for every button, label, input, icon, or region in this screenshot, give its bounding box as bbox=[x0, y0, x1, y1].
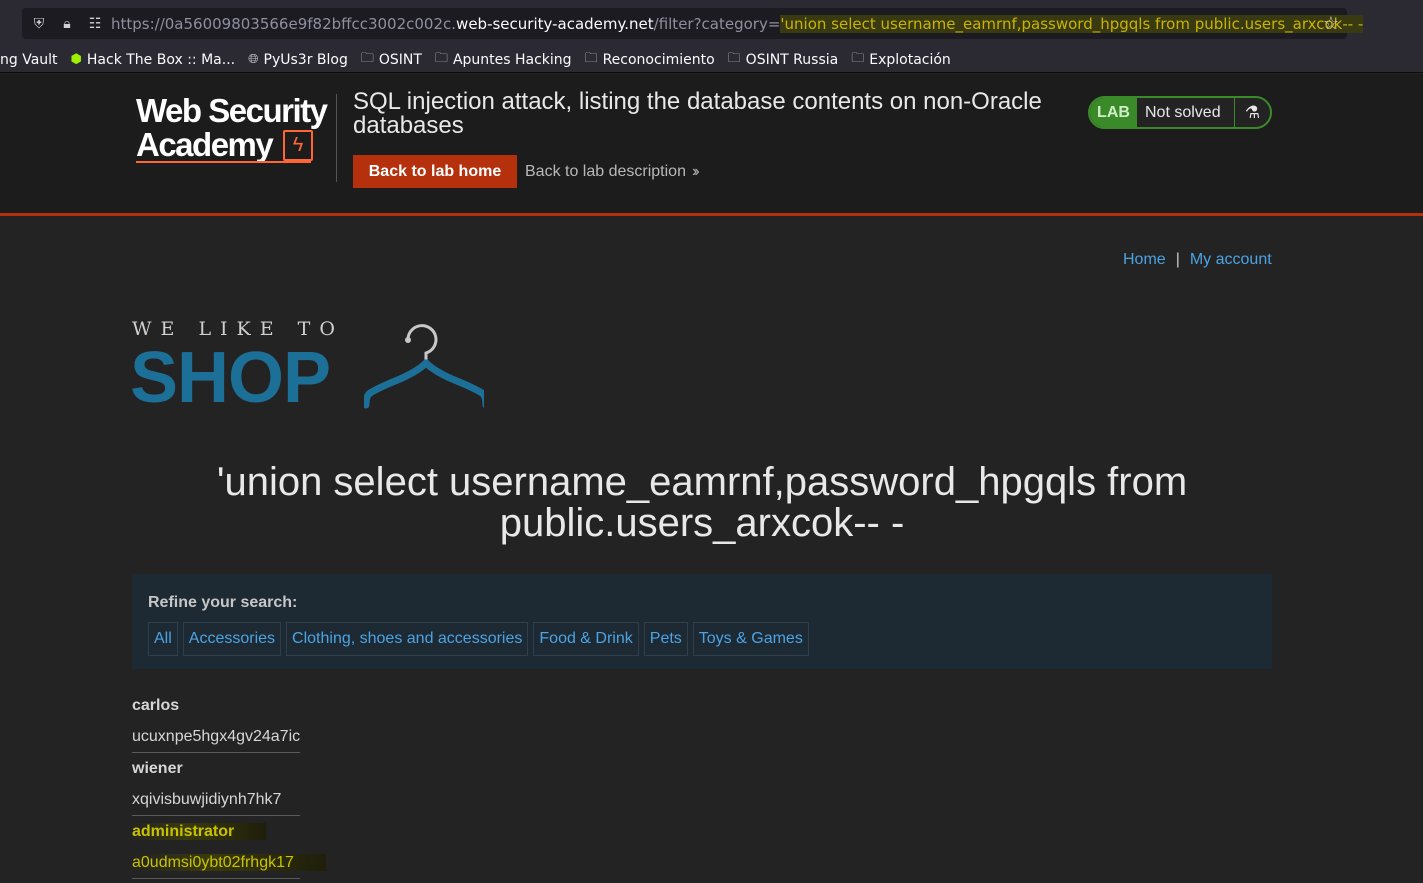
url-path: /filter?category= bbox=[653, 15, 781, 33]
url-prefix: https://0a56009803566e9f82bffcc3002c002c… bbox=[111, 15, 457, 33]
filter-panel: Refine your search: All Accessories Clot… bbox=[132, 574, 1272, 669]
back-to-lab-description-link[interactable]: Back to lab description ›› bbox=[525, 163, 699, 181]
lab-label: LAB bbox=[1090, 98, 1137, 127]
back-to-lab-home-button[interactable]: Back to lab home bbox=[353, 155, 517, 188]
shop-word: SHOP bbox=[130, 338, 331, 418]
chevron-right-icon: ›› bbox=[691, 163, 699, 180]
bookmark-item[interactable]: ⬢ Hack The Box :: Ma... bbox=[71, 52, 236, 68]
category-clothing[interactable]: Clothing, shoes and accessories bbox=[286, 622, 529, 656]
page-heading: 'union select username_eamrnf,password_h… bbox=[216, 460, 1188, 545]
username-cell: administrator bbox=[132, 816, 300, 847]
shop-tagline: WE LIKE TO bbox=[132, 318, 344, 340]
url-text[interactable]: https://0a56009803566e9f82bffcc3002c002c… bbox=[111, 15, 1364, 33]
permissions-icon[interactable]: ☷ bbox=[86, 14, 104, 32]
category-all[interactable]: All bbox=[148, 622, 178, 656]
password-cell: a0udmsi0ybt02frhgk17 bbox=[132, 847, 326, 878]
lab-title: SQL injection attack, listing the databa… bbox=[353, 88, 1042, 139]
refine-label: Refine your search: bbox=[148, 594, 298, 611]
bookmark-item[interactable]: ng Vault bbox=[0, 52, 58, 68]
url-host: web-security-academy.net bbox=[456, 15, 654, 33]
bookmark-folder[interactable]: 🗀 Explotación bbox=[851, 49, 951, 71]
lock-icon[interactable]: 🔒︎ bbox=[58, 14, 76, 32]
table-row: wiener xqivisbuwjidiynh7hk7 bbox=[132, 753, 300, 816]
category-accessories[interactable]: Accessories bbox=[182, 622, 282, 656]
shop-logo: WE LIKE TO SHOP bbox=[130, 318, 492, 418]
logo-underline bbox=[136, 161, 311, 163]
bookmark-folder[interactable]: 🗀 OSINT bbox=[361, 49, 422, 71]
bookmark-folder[interactable]: 🗀 Apuntes Hacking bbox=[435, 49, 572, 71]
browser-toolbar: ⛨ 🔒︎ ☷ https://0a56009803566e9f82bffcc30… bbox=[0, 0, 1423, 47]
category-toys-games[interactable]: Toys & Games bbox=[692, 622, 809, 656]
lightning-icon: ϟ bbox=[283, 130, 313, 161]
results-table: carlos ucuxnpe5hgx4gv24a7ic wiener xqivi… bbox=[132, 690, 326, 879]
home-link[interactable]: Home bbox=[1123, 251, 1166, 268]
bookmarks-bar: ng Vault ⬢ Hack The Box :: Ma... 🌐︎ PyUs3r… bbox=[0, 47, 1423, 73]
folder-icon: 🗀 bbox=[434, 50, 448, 66]
folder-icon: 🗀 bbox=[360, 50, 374, 66]
hanger-icon bbox=[364, 324, 484, 409]
bookmark-folder[interactable]: 🗀 Reconocimiento bbox=[585, 49, 715, 71]
divider bbox=[336, 94, 337, 182]
bookmark-folder[interactable]: 🗀 OSINT Russia bbox=[728, 49, 839, 71]
category-food-drink[interactable]: Food & Drink bbox=[533, 622, 639, 656]
lab-status-badge: LAB Not solved ⚗ bbox=[1088, 96, 1272, 129]
hackthebox-icon: ⬢ bbox=[70, 52, 82, 67]
url-query: 'union select username_eamrnf,password_h… bbox=[780, 15, 1364, 33]
table-row: administrator a0udmsi0ybt02frhgk17 bbox=[132, 816, 326, 879]
bookmark-star-icon[interactable]: ☆ bbox=[1323, 13, 1339, 34]
folder-icon: 🗀 bbox=[851, 50, 865, 66]
globe-icon: 🌐︎ bbox=[248, 52, 259, 67]
category-pets[interactable]: Pets bbox=[643, 622, 688, 656]
password-cell: ucuxnpe5hgx4gv24a7ic bbox=[132, 728, 301, 745]
lab-status: Not solved bbox=[1137, 98, 1235, 127]
folder-icon: 🗀 bbox=[584, 50, 598, 66]
flask-icon: ⚗ bbox=[1244, 103, 1261, 122]
address-bar[interactable]: ⛨ 🔒︎ ☷ https://0a56009803566e9f82bffcc30… bbox=[22, 8, 1364, 39]
password-cell: xqivisbuwjidiynh7hk7 bbox=[132, 791, 282, 808]
my-account-link[interactable]: My account bbox=[1190, 251, 1272, 268]
category-list: All Accessories Clothing, shoes and acce… bbox=[148, 622, 809, 656]
table-row: carlos ucuxnpe5hgx4gv24a7ic bbox=[132, 690, 300, 753]
folder-icon: 🗀 bbox=[727, 50, 741, 66]
username-cell: carlos bbox=[132, 697, 180, 714]
shield-icon[interactable]: ⛨ bbox=[30, 14, 48, 32]
username-cell: wiener bbox=[132, 760, 183, 777]
bookmark-item[interactable]: 🌐︎ PyUs3r Blog bbox=[248, 52, 348, 68]
academy-header: Web Security Academy ϟ SQL injection att… bbox=[0, 74, 1423, 216]
top-nav: Home | My account bbox=[1123, 251, 1272, 268]
